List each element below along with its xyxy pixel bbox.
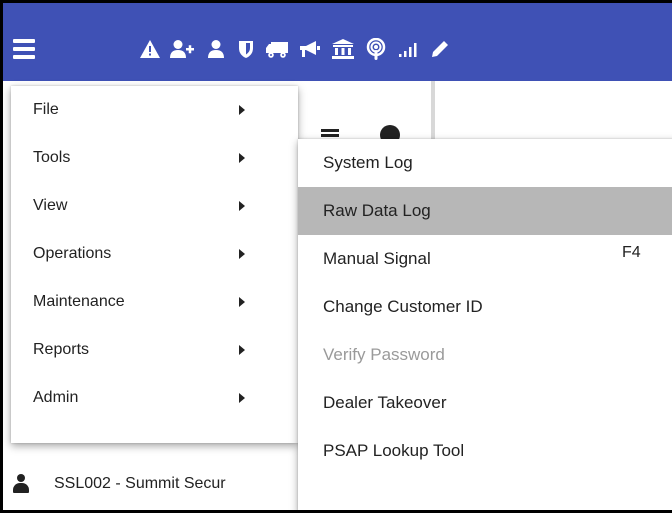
user-icon[interactable] — [203, 36, 229, 62]
submenu-arrow-icon — [239, 393, 245, 403]
submenu-item-system-log[interactable]: System Log — [298, 139, 672, 187]
menu-icon[interactable] — [13, 39, 39, 61]
submenu-item-label: Raw Data Log — [323, 201, 431, 220]
submenu-item-verify-password: Verify Password — [298, 331, 672, 379]
warning-icon[interactable] — [137, 36, 163, 62]
menu-item-label: Reports — [33, 341, 90, 358]
megaphone-icon[interactable] — [296, 36, 322, 62]
tools-submenu: System Log Raw Data Log Manual Signal F4… — [298, 139, 672, 510]
signal-icon[interactable] — [396, 36, 422, 62]
panel-divider — [431, 81, 435, 143]
menu-item-file[interactable]: File — [11, 86, 298, 134]
background-panel — [298, 81, 432, 141]
menu-item-reports[interactable]: Reports — [11, 326, 298, 374]
menu-item-tools[interactable]: Tools — [11, 134, 298, 182]
submenu-arrow-icon — [239, 297, 245, 307]
submenu-arrow-icon — [239, 153, 245, 163]
top-toolbar — [3, 3, 672, 81]
main-menu: File Tools View Operations Maintenance R… — [11, 86, 298, 443]
user-icon — [13, 474, 29, 494]
submenu-item-raw-data-log[interactable]: Raw Data Log — [298, 187, 672, 235]
app-window: SSL002 - Summit Secur File Tools View Op… — [0, 0, 672, 513]
menu-item-view[interactable]: View — [11, 182, 298, 230]
menu-item-label: Admin — [33, 389, 79, 406]
submenu-arrow-icon — [239, 345, 245, 355]
submenu-arrow-icon — [239, 105, 245, 115]
submenu-item-label: System Log — [323, 153, 413, 172]
submenu-item-label: PSAP Lookup Tool — [323, 441, 465, 460]
menu-item-label: Maintenance — [33, 293, 125, 310]
menu-item-label: File — [33, 101, 59, 118]
submenu-item-label: Manual Signal — [323, 249, 431, 268]
submenu-item-change-customer-id[interactable]: Change Customer ID — [298, 283, 672, 331]
submenu-item-dealer-takeover[interactable]: Dealer Takeover — [298, 379, 672, 427]
submenu-item-label: Change Customer ID — [323, 297, 483, 316]
account-row[interactable]: SSL002 - Summit Secur — [13, 469, 226, 499]
podcast-icon[interactable] — [363, 36, 389, 62]
submenu-item-label: Verify Password — [323, 345, 445, 364]
submenu-arrow-icon — [239, 201, 245, 211]
pencil-icon[interactable] — [427, 36, 453, 62]
submenu-arrow-icon — [239, 249, 245, 259]
submenu-item-manual-signal[interactable]: Manual Signal F4 — [298, 235, 672, 283]
submenu-item-label: Dealer Takeover — [323, 393, 447, 412]
menu-item-label: Tools — [33, 149, 71, 166]
bank-icon[interactable] — [330, 36, 356, 62]
truck-icon[interactable] — [264, 36, 290, 62]
shield-icon[interactable] — [233, 36, 259, 62]
menu-item-maintenance[interactable]: Maintenance — [11, 278, 298, 326]
menu-item-label: View — [33, 197, 68, 214]
shortcut-label: F4 — [622, 244, 641, 261]
menu-item-admin[interactable]: Admin — [11, 374, 298, 422]
submenu-item-psap-lookup-tool[interactable]: PSAP Lookup Tool — [298, 427, 672, 475]
menu-item-operations[interactable]: Operations — [11, 230, 298, 278]
add-user-icon[interactable] — [169, 36, 195, 62]
menu-item-label: Operations — [33, 245, 112, 262]
account-label: SSL002 - Summit Secur — [54, 475, 226, 492]
